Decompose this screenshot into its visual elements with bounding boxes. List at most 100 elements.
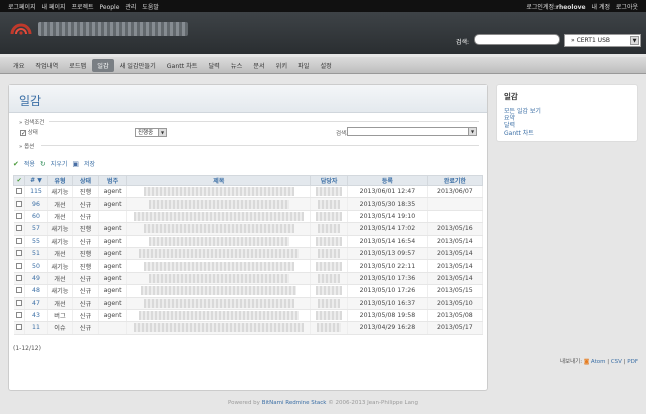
- col-category[interactable]: 범주: [97, 175, 128, 186]
- row-select-checkbox[interactable]: [15, 312, 22, 319]
- table-row[interactable]: 48 새기능 신규 agent 2013/05/10 17:26 2013/05/15: [13, 284, 484, 298]
- assignee-redacted[interactable]: [318, 273, 341, 283]
- cell-id[interactable]: 55: [24, 235, 48, 248]
- table-row[interactable]: 11 이슈 신규 2013/04/29 16:28 2013/05/17: [13, 321, 484, 335]
- export-csv-link[interactable]: CSV: [611, 359, 622, 365]
- row-select-checkbox[interactable]: [15, 262, 22, 269]
- table-row[interactable]: 43 버그 신규 agent 2013/05/08 19:58 2013/05/08: [13, 309, 484, 323]
- cell-id[interactable]: 96: [24, 197, 48, 211]
- menu-news[interactable]: 뉴스: [226, 59, 247, 72]
- select-all-toggle[interactable]: ✔: [12, 175, 26, 186]
- cell-id[interactable]: 47: [24, 297, 48, 310]
- menu-wiki[interactable]: 위키: [271, 59, 292, 72]
- filters-legend[interactable]: » 검색조건: [19, 118, 44, 126]
- subject-redacted[interactable]: [143, 261, 294, 271]
- table-row[interactable]: 57 새기능 진행 agent 2013/05/14 17:02 2013/05/16: [13, 222, 484, 236]
- cell-id[interactable]: 57: [24, 222, 48, 236]
- assignee-redacted[interactable]: [316, 261, 343, 271]
- assignee-redacted[interactable]: [318, 249, 341, 259]
- cell-id[interactable]: 49: [24, 272, 48, 286]
- menu-gantt[interactable]: Gantt 차트: [162, 59, 203, 72]
- cell-id[interactable]: 48: [24, 284, 48, 298]
- footer-product-link[interactable]: BitNami Redmine Stack: [262, 400, 327, 406]
- subject-redacted[interactable]: [133, 323, 304, 333]
- menu-overview[interactable]: 개요: [8, 59, 29, 72]
- top-link-home[interactable]: 로그페이지: [8, 4, 36, 11]
- assignee-redacted[interactable]: [316, 236, 343, 246]
- subject-redacted[interactable]: [141, 286, 297, 296]
- assignee-redacted[interactable]: [316, 286, 343, 296]
- assignee-redacted[interactable]: [316, 211, 343, 221]
- assignee-redacted[interactable]: [318, 224, 341, 234]
- top-link-help[interactable]: 도움말: [142, 4, 159, 11]
- col-status[interactable]: 상태: [72, 175, 99, 186]
- table-row[interactable]: 115 새기능 진행 agent 2013/06/01 12:47 2013/06/07: [13, 185, 484, 199]
- table-row[interactable]: 60 개선 신규 2013/05/14 19:10: [13, 210, 484, 224]
- top-link-admin[interactable]: 관리: [125, 4, 136, 11]
- top-link-projects[interactable]: 프로젝트: [71, 4, 93, 11]
- row-select-checkbox[interactable]: [15, 274, 22, 281]
- sidebar-link-summary[interactable]: 요약: [504, 115, 630, 122]
- add-filter-select[interactable]: ▼: [347, 127, 477, 136]
- table-row[interactable]: 96 개선 신규 agent 2013/05/30 18:35: [13, 197, 484, 211]
- cell-id[interactable]: 11: [24, 321, 48, 335]
- options-legend[interactable]: » 옵션: [19, 142, 34, 150]
- subject-redacted[interactable]: [148, 236, 289, 246]
- row-select-checkbox[interactable]: [15, 250, 22, 257]
- col-type[interactable]: 유형: [46, 175, 74, 186]
- cell-id[interactable]: 43: [24, 309, 48, 323]
- top-link-people[interactable]: People: [99, 4, 119, 11]
- sidebar-link-gantt[interactable]: Gantt 차트: [504, 130, 630, 137]
- row-select-checkbox[interactable]: [15, 188, 22, 195]
- table-row[interactable]: 50 새기능 진행 agent 2013/05/10 22:11 2013/05/14: [13, 259, 484, 273]
- row-select-checkbox[interactable]: [15, 299, 22, 306]
- cell-id[interactable]: 51: [24, 247, 48, 261]
- subject-redacted[interactable]: [138, 311, 299, 321]
- sidebar-link-all-issues[interactable]: 모든 일감 보기: [504, 108, 630, 115]
- cell-id[interactable]: 115: [24, 185, 48, 199]
- subject-redacted[interactable]: [148, 273, 289, 283]
- col-subject[interactable]: 제목: [126, 175, 312, 186]
- status-operator-select[interactable]: 진행중 ▼: [135, 128, 167, 137]
- project-jump-select[interactable]: » CERT1 USB ▼: [564, 34, 641, 47]
- status-filter-checkbox[interactable]: [20, 129, 26, 136]
- assignee-redacted[interactable]: [316, 187, 343, 197]
- cell-id[interactable]: 60: [24, 210, 48, 224]
- col-id[interactable]: # ▼: [24, 175, 48, 186]
- menu-roadmap[interactable]: 로드맵: [64, 59, 91, 72]
- search-input[interactable]: [474, 34, 560, 45]
- table-row[interactable]: 49 개선 신규 agent 2013/05/10 17:36 2013/05/14: [13, 272, 484, 286]
- login-user[interactable]: rheolove: [556, 4, 586, 11]
- assignee-redacted[interactable]: [318, 298, 341, 308]
- menu-activity[interactable]: 작업내역: [30, 59, 63, 72]
- menu-settings[interactable]: 설정: [315, 59, 336, 72]
- menu-issues[interactable]: 일감: [92, 58, 114, 72]
- row-select-checkbox[interactable]: [15, 287, 22, 294]
- row-select-checkbox[interactable]: [15, 237, 22, 244]
- table-row[interactable]: 51 개선 진행 agent 2013/05/13 09:57 2013/05/14: [13, 247, 484, 261]
- my-account-link[interactable]: 내 계정: [592, 4, 610, 11]
- row-select-checkbox[interactable]: [15, 212, 22, 219]
- row-select-checkbox[interactable]: [15, 225, 22, 232]
- top-link-my-page[interactable]: 내 페이지: [42, 4, 66, 11]
- menu-files[interactable]: 파일: [293, 59, 314, 72]
- save-link[interactable]: 저장: [84, 159, 95, 168]
- subject-redacted[interactable]: [143, 224, 294, 234]
- sidebar-link-calendar[interactable]: 달력: [504, 122, 630, 129]
- logout-link[interactable]: 로그아웃: [616, 4, 638, 11]
- row-select-checkbox[interactable]: [15, 324, 22, 331]
- subject-redacted[interactable]: [148, 199, 289, 209]
- menu-new-issue[interactable]: 새 일감만들기: [115, 59, 161, 72]
- row-select-checkbox[interactable]: [15, 200, 22, 207]
- export-atom-link[interactable]: Atom: [591, 359, 606, 365]
- menu-documents[interactable]: 문서: [248, 59, 269, 72]
- subject-redacted[interactable]: [138, 249, 299, 259]
- col-due-date[interactable]: 완료기한: [426, 175, 484, 186]
- assignee-redacted[interactable]: [316, 311, 343, 321]
- export-pdf-link[interactable]: PDF: [627, 359, 638, 365]
- assignee-redacted[interactable]: [318, 199, 341, 209]
- col-assignee[interactable]: 담당자: [310, 175, 349, 186]
- clear-link[interactable]: 지우기: [51, 159, 68, 168]
- subject-redacted[interactable]: [133, 211, 304, 221]
- table-row[interactable]: 47 개선 신규 agent 2013/05/10 16:37 2013/05/10: [13, 297, 484, 310]
